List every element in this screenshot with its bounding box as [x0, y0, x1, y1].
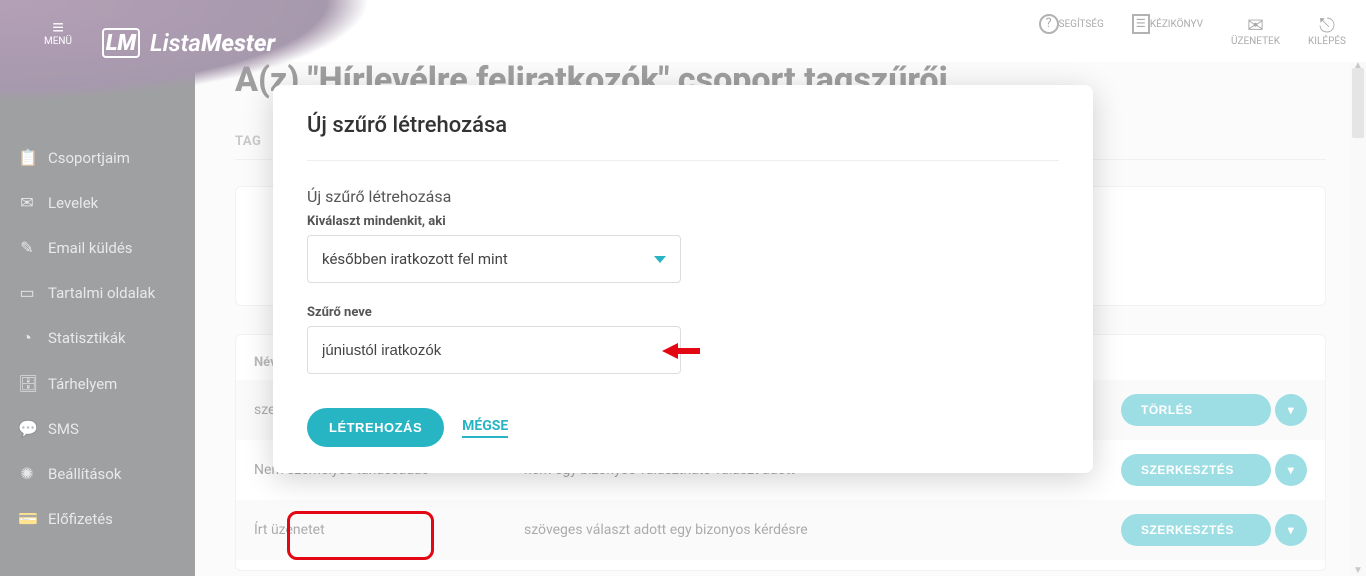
- select-value: későbben iratkozott fel mint: [322, 250, 508, 268]
- create-button[interactable]: LÉTREHOZÁS: [307, 408, 444, 447]
- modal-title: Új szűrő létrehozása: [307, 113, 1059, 161]
- create-filter-modal: Új szűrő létrehozása Új szűrő létrehozás…: [273, 85, 1093, 473]
- chevron-down-icon: [654, 256, 666, 263]
- modal-subtitle: Új szűrő létrehozása: [307, 187, 1059, 206]
- name-label: Szűrő neve: [307, 305, 1059, 320]
- modal-actions: LÉTREHOZÁS MÉGSE: [307, 408, 1059, 447]
- filter-name-input[interactable]: [307, 326, 681, 374]
- select-label: Kiválaszt mindenkit, aki: [307, 214, 1059, 229]
- cancel-button[interactable]: MÉGSE: [462, 418, 508, 438]
- filter-type-select[interactable]: későbben iratkozott fel mint: [307, 235, 681, 283]
